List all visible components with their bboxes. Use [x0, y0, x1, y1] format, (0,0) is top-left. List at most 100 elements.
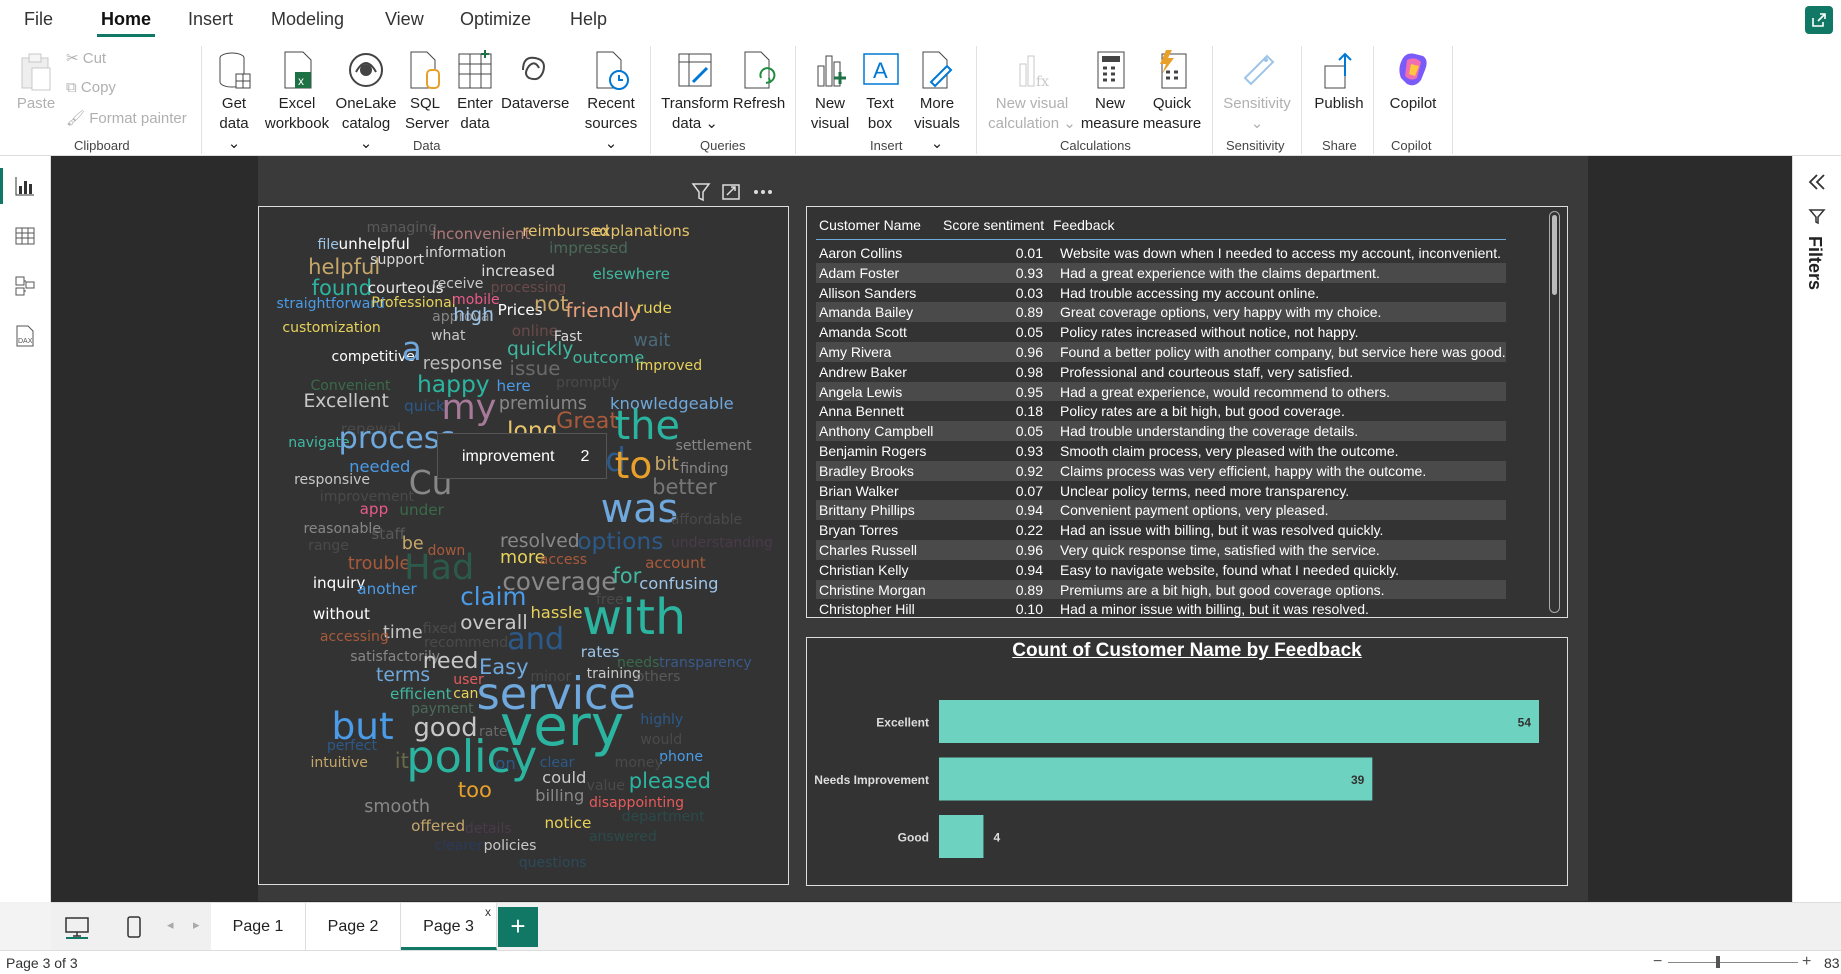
word-cloud-word[interactable]: information: [425, 246, 506, 260]
menu-file[interactable]: File: [24, 9, 53, 30]
word-cloud-word[interactable]: trouble: [348, 555, 410, 574]
table-row[interactable]: Andrew Baker 0.98 Professional and courteo…: [816, 362, 1506, 382]
word-cloud-word[interactable]: receive: [432, 277, 483, 291]
word-cloud-word[interactable]: under: [399, 502, 444, 518]
publish-button[interactable]: Publish: [1312, 48, 1366, 114]
table-row[interactable]: Amanda Bailey 0.89 Great coverage options,…: [816, 302, 1506, 323]
table-row[interactable]: Allison Sanders 0.03 Had trouble accessing…: [816, 283, 1506, 303]
word-cloud-word[interactable]: policies: [484, 839, 537, 853]
word-cloud-word[interactable]: intuitive: [310, 756, 367, 770]
more-visuals-button[interactable]: More visuals ⌄: [908, 48, 966, 154]
table-view-icon[interactable]: [13, 224, 37, 248]
bar[interactable]: [939, 815, 984, 858]
word-cloud-word[interactable]: hassle: [530, 604, 582, 621]
word-cloud-word[interactable]: offered: [411, 818, 465, 834]
table-row[interactable]: Adam Foster 0.93 Had a great experience wi…: [816, 262, 1506, 283]
table-row[interactable]: Amanda Scott 0.05 Policy rates increased w…: [816, 322, 1506, 342]
focus-mode-icon[interactable]: [722, 184, 740, 200]
word-cloud-word[interactable]: account: [645, 555, 706, 571]
table-row[interactable]: Christian Kelly 0.94 Easy to navigate webs…: [816, 560, 1506, 580]
word-cloud-visual[interactable]: managing inconvenient reimbursed explanatio…: [258, 206, 789, 885]
model-view-icon[interactable]: [13, 274, 37, 298]
word-cloud-word[interactable]: elsewhere: [592, 266, 670, 282]
scrollbar-thumb[interactable]: [1552, 215, 1557, 295]
menu-optimize[interactable]: Optimize: [460, 9, 531, 30]
word-cloud-word[interactable]: more: [500, 550, 545, 568]
share-button[interactable]: [1805, 6, 1833, 34]
scroll-right-icon[interactable]: ▸: [193, 917, 200, 933]
word-cloud-word[interactable]: could: [542, 770, 586, 787]
excel-workbook-button[interactable]: x Excel workbook: [264, 48, 330, 134]
bar[interactable]: [939, 700, 1539, 743]
word-cloud-word[interactable]: bit: [654, 455, 678, 475]
word-cloud-word[interactable]: Excellent: [303, 392, 388, 412]
mobile-layout-icon[interactable]: [124, 915, 144, 939]
cut-button[interactable]: ✂ Cut: [66, 49, 106, 67]
word-cloud-word[interactable]: perfect: [327, 739, 377, 753]
table-row[interactable]: Angela Lewis 0.95 Had a great experience, …: [816, 381, 1506, 402]
word-cloud-word[interactable]: straightforward: [277, 297, 385, 311]
word-cloud-word[interactable]: access: [540, 553, 587, 567]
table-row[interactable]: Aaron Collins 0.01 Website was down when I…: [816, 243, 1506, 263]
word-cloud-word[interactable]: others: [636, 670, 681, 684]
word-cloud-word[interactable]: transparency: [659, 656, 752, 670]
word-cloud-word[interactable]: fixed: [423, 622, 457, 636]
desktop-layout-icon[interactable]: [63, 915, 93, 939]
table-row[interactable]: Anna Bennett 0.18 Policy rates are a bit h…: [816, 401, 1506, 421]
word-cloud-word[interactable]: my: [442, 390, 497, 425]
bar[interactable]: [939, 757, 1373, 801]
word-cloud-word[interactable]: found: [312, 277, 372, 298]
word-cloud-word[interactable]: explanations: [592, 223, 689, 239]
word-cloud-word[interactable]: questions: [519, 856, 587, 870]
word-cloud-word[interactable]: Professional: [371, 296, 455, 310]
table-row[interactable]: Bradley Brooks 0.92 Claims process was ver…: [816, 460, 1506, 481]
word-cloud-word[interactable]: without: [313, 607, 370, 622]
filter-icon[interactable]: [691, 183, 711, 202]
word-cloud-word[interactable]: pleased: [629, 770, 711, 791]
zoom-slider[interactable]: [1668, 962, 1798, 963]
word-cloud-word[interactable]: rude: [637, 301, 672, 316]
word-cloud-word[interactable]: quick: [404, 398, 445, 414]
word-cloud-word[interactable]: impressed: [549, 241, 628, 256]
dataverse-button[interactable]: Dataverse: [501, 48, 569, 114]
word-cloud-word[interactable]: what: [431, 329, 465, 343]
table-row[interactable]: Brittany Phillips 0.94 Convenient payment …: [816, 500, 1506, 521]
word-cloud-word[interactable]: responsive: [294, 473, 370, 487]
word-cloud-word[interactable]: outcome: [573, 349, 645, 366]
scroll-left-icon[interactable]: ◂: [167, 917, 174, 933]
word-cloud-word[interactable]: inconvenient: [432, 226, 530, 242]
word-cloud-word[interactable]: customization: [282, 321, 380, 335]
word-cloud-word[interactable]: highly: [640, 713, 683, 727]
sql-server-button[interactable]: SQL Server: [405, 48, 449, 134]
close-tab-icon[interactable]: x: [485, 905, 491, 919]
copy-button[interactable]: ⧉ Copy: [66, 79, 116, 96]
table-row[interactable]: Benjamin Rogers 0.93 Smooth claim process,…: [816, 441, 1506, 461]
page-tab-1[interactable]: Page 1: [211, 903, 306, 950]
word-cloud-word[interactable]: increased: [481, 263, 555, 279]
new-measure-button[interactable]: New measure: [1080, 48, 1140, 134]
zoom-in-icon[interactable]: +: [1802, 953, 1811, 971]
word-cloud-word[interactable]: not: [534, 293, 568, 314]
word-cloud-word[interactable]: friendly: [566, 301, 641, 321]
word-cloud-word[interactable]: too: [458, 779, 492, 800]
word-cloud-word[interactable]: understanding: [671, 536, 773, 550]
word-cloud-word[interactable]: smooth: [364, 798, 430, 817]
feedback-bar-chart-visual[interactable]: Count of Customer Name by Feedback Excel…: [806, 637, 1568, 886]
word-cloud-word[interactable]: with: [582, 592, 686, 642]
word-cloud-word[interactable]: for: [612, 564, 641, 586]
word-cloud-word[interactable]: settlement: [676, 439, 752, 453]
menu-modeling[interactable]: Modeling: [271, 9, 344, 30]
report-view-icon[interactable]: [13, 174, 37, 198]
dax-query-view-icon[interactable]: DAX: [13, 324, 37, 348]
word-cloud-word[interactable]: to: [615, 446, 653, 484]
word-cloud-word[interactable]: reasonable: [303, 522, 381, 536]
header-score-sentiment[interactable]: Score sentiment: [943, 217, 1044, 233]
word-cloud-word[interactable]: on: [495, 755, 515, 772]
new-visual-calculation-button[interactable]: fx New visual calculation ⌄: [988, 48, 1076, 134]
word-cloud-word[interactable]: would: [640, 733, 682, 747]
table-row[interactable]: Brian Walker 0.07 Unclear policy terms, ne…: [816, 481, 1506, 501]
menu-insert[interactable]: Insert: [188, 9, 233, 30]
text-box-button[interactable]: A Text box: [860, 48, 900, 134]
refresh-button[interactable]: Refresh: [732, 48, 786, 114]
word-cloud-word[interactable]: disappointing: [589, 796, 684, 810]
